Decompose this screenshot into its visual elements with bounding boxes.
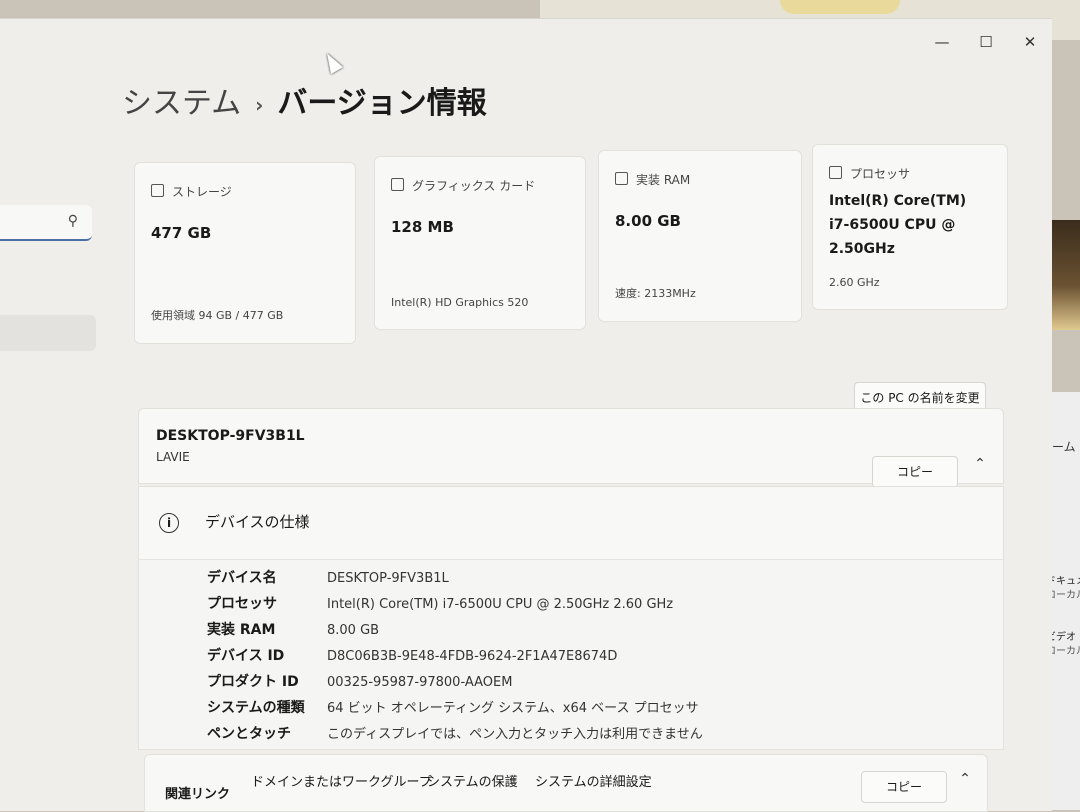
graphics-card-header: グラフィックス カード [391,177,535,194]
storage-card[interactable]: ストレージ 477 GB 使用領域 94 GB / 477 GB [134,162,356,344]
processor-value: Intel(R) Core(TM) i7-6500U CPU @ 2.50GHz [829,193,967,257]
spec-row-system-type: システムの種類 64 ビット オペレーティング システム、x64 ベース プロセッ… [207,697,699,723]
spec-row-device-id: デバイス ID D8C06B3B-9E48-4FDB-9624-2F1A47E86… [207,645,617,671]
pc-name: DESKTOP-9FV3B1L [156,428,305,444]
storage-card-header: ストレージ [151,183,232,200]
close-button[interactable]: ✕ [1008,27,1052,57]
storage-value: 477 GB [151,224,212,242]
spec-label: システムの種類 [207,700,305,716]
spec-row-processor: プロセッサ Intel(R) Core(TM) i7-6500U CPU @ 2.… [207,593,673,619]
ram-card-header: 実装 RAM [615,171,690,188]
spec-value: 64 ビット オペレーティング システム、x64 ベース プロセッサ [327,701,699,716]
graphics-card[interactable]: グラフィックス カード 128 MB Intel(R) HD Graphics … [374,156,586,330]
related-links-title: 関連リンク [165,787,231,802]
spec-value: D8C06B3B-9E48-4FDB-9624-2F1A47E8674D [327,649,618,664]
graphics-adapter-name: Intel(R) HD Graphics 520 [391,296,529,309]
graphics-card-title: グラフィックス カード [412,179,536,193]
page-title: バージョン情報 [277,86,487,121]
spec-value: 8.00 GB [327,623,380,638]
settings-search-input[interactable]: ⚲ [0,205,92,241]
processor-card[interactable]: プロセッサ Intel(R) Core(TM) i7-6500U CPU @ 2… [812,144,1008,310]
processor-card-header: プロセッサ [829,165,910,182]
copy-related-button[interactable]: コピー [861,771,947,803]
processor-card-title: プロセッサ [850,167,911,181]
device-specs-header[interactable]: i デバイスの仕様 [139,487,1003,560]
related-links-section: 関連リンク ドメインまたはワークグループ システムの保護 システムの詳細設定 コ… [144,754,988,812]
link-advanced-system-settings[interactable]: システムの詳細設定 [535,771,652,790]
ram-card-title: 実装 RAM [636,173,691,187]
spec-value: このディスプレイでは、ペン入力とタッチ入力は利用できません [327,727,703,742]
spec-row-ram: 実装 RAM 8.00 GB [207,619,379,645]
spec-value: 00325-95987-97800-AAOEM [327,675,513,690]
spec-value: Intel(R) Core(TM) i7-6500U CPU @ 2.50GHz… [327,597,674,612]
link-domain-workgroup[interactable]: ドメインまたはワークグループ [251,771,432,790]
breadcrumb-parent[interactable]: システム [122,86,241,121]
spec-label: 実装 RAM [207,622,276,638]
chevron-up-icon[interactable]: ⌃ [953,767,977,791]
spec-row-pen-touch: ペンとタッチ このディスプレイでは、ペン入力とタッチ入力は利用できません [207,723,703,749]
device-specs-title: デバイスの仕様 [205,513,310,531]
spec-label: ペンとタッチ [207,726,291,742]
spec-label: デバイス名 [207,570,277,586]
chevron-up-icon[interactable]: ⌃ [968,452,992,476]
graphics-memory-value: 128 MB [391,218,454,236]
ram-value: 8.00 GB [615,212,681,230]
minimize-button[interactable]: — [920,27,964,57]
processor-icon [829,166,842,179]
spec-row-product-id: プロダクト ID 00325-95987-97800-AAOEM [207,671,512,697]
desktop-wallpaper-detail [780,0,900,14]
sidebar-item-system[interactable] [0,315,96,351]
ram-card[interactable]: 実装 RAM 8.00 GB 速度: 2133MHz [598,150,802,322]
graphics-card-icon [391,178,404,191]
storage-icon [151,184,164,197]
device-specs-panel: i デバイスの仕様 デバイス名 DESKTOP-9FV3B1L プロセッサ Inte… [138,486,1004,750]
search-icon: ⚲ [67,213,78,229]
spec-label: プロダクト ID [207,674,299,690]
info-icon: i [159,513,179,533]
spec-value: DESKTOP-9FV3B1L [327,571,449,586]
link-system-protection[interactable]: システムの保護 [427,771,518,790]
ram-speed: 速度: 2133MHz [615,287,696,300]
spec-label: デバイス ID [207,648,285,664]
memory-icon [615,172,628,185]
spec-row-device-name: デバイス名 DESKTOP-9FV3B1L [207,567,449,593]
pc-model: LAVIE [156,450,190,464]
storage-usage: 使用領域 94 GB / 477 GB [151,309,284,322]
copy-specs-button[interactable]: コピー [872,456,958,488]
storage-card-title: ストレージ [172,185,232,199]
chevron-right-icon: › [255,92,264,117]
breadcrumb: システム › バージョン情報 [122,78,487,122]
maximize-button[interactable]: ☐ [964,27,1008,57]
spec-label: プロセッサ [207,596,277,612]
processor-speed: 2.60 GHz [829,276,880,289]
